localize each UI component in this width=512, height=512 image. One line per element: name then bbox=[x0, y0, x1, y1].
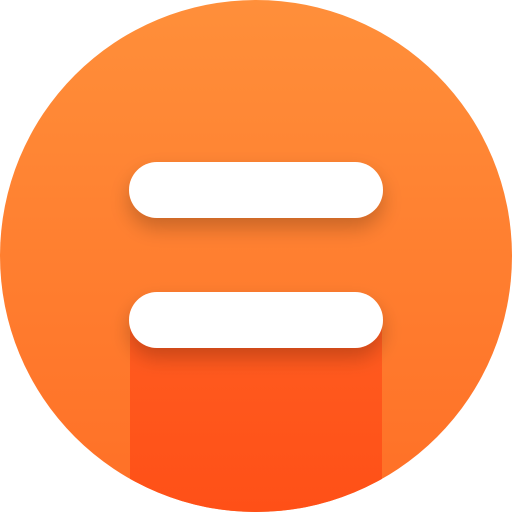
bottom-equals-bar bbox=[129, 292, 383, 348]
equals-sign-app-icon bbox=[0, 0, 512, 512]
top-equals-bar bbox=[129, 162, 383, 218]
bar-long-shadow bbox=[130, 320, 382, 512]
app-icon-canvas bbox=[0, 0, 512, 512]
